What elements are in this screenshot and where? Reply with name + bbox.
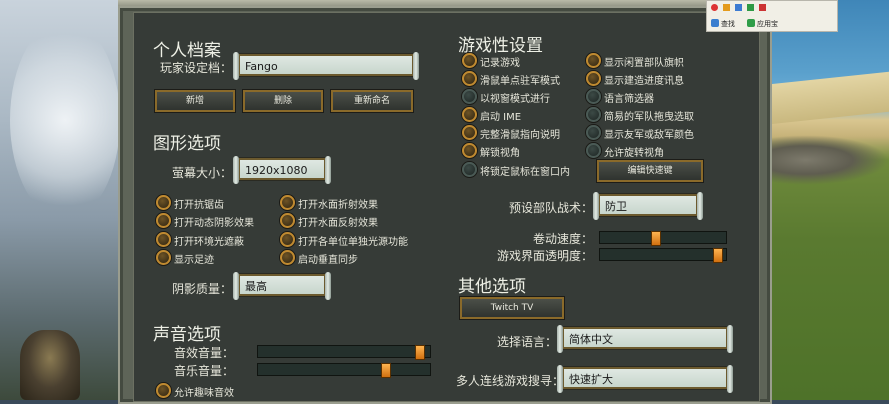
- browser-icon-1[interactable]: [711, 4, 718, 11]
- option-label-idle-flags: 显示闲置部队旗帜: [604, 58, 684, 69]
- music-volume-knob[interactable]: [381, 363, 391, 378]
- checkbox-windowed-mode[interactable]: [462, 89, 477, 104]
- shadow-quality-label: 阴影质量：: [172, 282, 233, 296]
- music-volume-label: 音乐音量：: [174, 364, 235, 378]
- option-label-record-game: 记录游戏: [480, 58, 520, 69]
- option-label-enable-ime: 启动 IME: [480, 112, 522, 123]
- option-label-water-reflection: 打开水面反射效果: [298, 218, 378, 229]
- browser-icon-2[interactable]: [723, 4, 730, 11]
- browser-toolbar: 查找 应用宝: [706, 0, 838, 32]
- checkbox-ally-enemy-colors[interactable]: [586, 125, 601, 140]
- language-label: 选择语言：: [497, 335, 558, 349]
- shadow-quality-dropdown[interactable]: 最高: [233, 272, 331, 300]
- checkbox-unit-lights[interactable]: [280, 232, 295, 247]
- option-label-footprints: 显示足迹: [174, 255, 214, 266]
- option-label-build-progress: 显示建造进度讯息: [604, 76, 684, 87]
- coastline: [770, 71, 889, 125]
- option-label-easy-drag-select: 简易的军队拖曳选取: [604, 112, 694, 123]
- twitch-tv-button[interactable]: Twitch TV: [460, 297, 564, 319]
- scroll-speed-label: 卷动速度：: [533, 232, 594, 246]
- rock-outcrop: [770, 135, 889, 185]
- checkbox-water-reflection[interactable]: [280, 213, 295, 228]
- checkbox-water-refraction[interactable]: [280, 195, 295, 210]
- section-title-personal: 个人档案: [153, 41, 221, 61]
- app-store-icon[interactable]: [747, 19, 755, 27]
- option-label-unlock-camera: 解锁视角: [480, 148, 520, 159]
- default-tactic-dropdown[interactable]: 防卫: [593, 192, 703, 220]
- sfx-volume-knob[interactable]: [415, 345, 425, 360]
- section-title-other: 其他选项: [458, 277, 526, 297]
- resolution-dropdown[interactable]: 1920x1080: [233, 156, 331, 184]
- background-right-map: [770, 0, 889, 400]
- checkbox-dynamic-shadows[interactable]: [156, 213, 171, 228]
- background-left-scenery: [0, 0, 130, 400]
- option-label-camera-rotation: 允许旋转视角: [604, 148, 664, 159]
- checkbox-antialiasing[interactable]: [156, 195, 171, 210]
- browser-icon-5[interactable]: [759, 4, 766, 11]
- checkbox-fun-sounds[interactable]: [156, 383, 171, 398]
- profile-field[interactable]: Fango: [233, 52, 419, 80]
- option-label-language-filter: 语言筛选器: [604, 94, 654, 105]
- browser-icon-4[interactable]: [747, 4, 754, 11]
- checkbox-single-click-garrison[interactable]: [462, 71, 477, 86]
- resolution-label: 萤幕大小：: [172, 166, 233, 180]
- checkbox-lock-mouse[interactable]: [462, 162, 477, 177]
- search-label[interactable]: 查找: [721, 19, 735, 29]
- option-label-vsync: 启动垂直同步: [298, 255, 358, 266]
- ui-opacity-slider[interactable]: [599, 248, 727, 263]
- edit-hotkeys-button[interactable]: 编辑快速键: [597, 160, 703, 182]
- option-label-unit-lights: 打开各单位单独光源功能: [298, 237, 408, 248]
- music-volume-slider[interactable]: [257, 363, 431, 378]
- delete-profile-button[interactable]: 删除: [243, 90, 323, 112]
- checkbox-camera-rotation[interactable]: [586, 143, 601, 158]
- language-dropdown[interactable]: 简体中文: [557, 325, 733, 353]
- option-label-single-click-garrison: 滑鼠单点驻军模式: [480, 76, 560, 87]
- option-label-ambient-occlusion: 打开环境光遮蔽: [174, 237, 244, 248]
- multiplayer-search-dropdown[interactable]: 快速扩大: [557, 365, 733, 393]
- new-profile-button[interactable]: 新增: [155, 90, 235, 112]
- section-title-graphics: 图形选项: [153, 134, 221, 154]
- option-label-lock-mouse: 将锁定鼠标在窗口内: [480, 167, 570, 178]
- checkbox-language-filter[interactable]: [586, 89, 601, 104]
- sfx-volume-label: 音效音量：: [174, 346, 235, 360]
- scroll-speed-slider[interactable]: [599, 231, 727, 246]
- checkbox-easy-drag-select[interactable]: [586, 107, 601, 122]
- option-label-windowed-mode: 以视窗模式进行: [480, 94, 550, 105]
- app-store-label[interactable]: 应用宝: [757, 19, 778, 29]
- option-label-antialiasing: 打开抗锯齿: [174, 200, 224, 211]
- checkbox-enable-ime[interactable]: [462, 107, 477, 122]
- browser-icon-3[interactable]: [735, 4, 742, 11]
- checkbox-footprints[interactable]: [156, 250, 171, 265]
- default-tactic-label: 预设部队战术：: [509, 201, 594, 215]
- checkbox-unlock-camera[interactable]: [462, 143, 477, 158]
- ui-opacity-knob[interactable]: [713, 248, 723, 263]
- checkbox-idle-flags[interactable]: [586, 53, 601, 68]
- option-label-ally-enemy-colors: 显示友军或敌军颜色: [604, 130, 694, 141]
- checkbox-ambient-occlusion[interactable]: [156, 232, 171, 247]
- scroll-speed-knob[interactable]: [651, 231, 661, 246]
- checkbox-record-game[interactable]: [462, 53, 477, 68]
- profile-label: 玩家设定档：: [160, 61, 233, 75]
- search-icon[interactable]: [711, 19, 719, 27]
- checkbox-full-tooltips[interactable]: [462, 125, 477, 140]
- ui-opacity-label: 游戏界面透明度：: [497, 249, 594, 263]
- option-label-full-tooltips: 完整滑鼠指向说明: [480, 130, 560, 141]
- checkbox-build-progress[interactable]: [586, 71, 601, 86]
- checkbox-vsync[interactable]: [280, 250, 295, 265]
- sfx-volume-slider[interactable]: [257, 345, 431, 360]
- option-label-water-refraction: 打开水面折射效果: [298, 200, 378, 211]
- section-title-sound: 声音选项: [153, 325, 221, 345]
- mist-cloud: [10, 20, 120, 220]
- warrior-figure: [20, 330, 80, 400]
- rename-profile-button[interactable]: 重新命名: [331, 90, 413, 112]
- option-label-dynamic-shadows: 打开动态阴影效果: [174, 218, 254, 229]
- multiplayer-search-label: 多人连线游戏搜寻：: [456, 374, 565, 388]
- fun-sounds-label: 允许趣味音效: [174, 388, 234, 399]
